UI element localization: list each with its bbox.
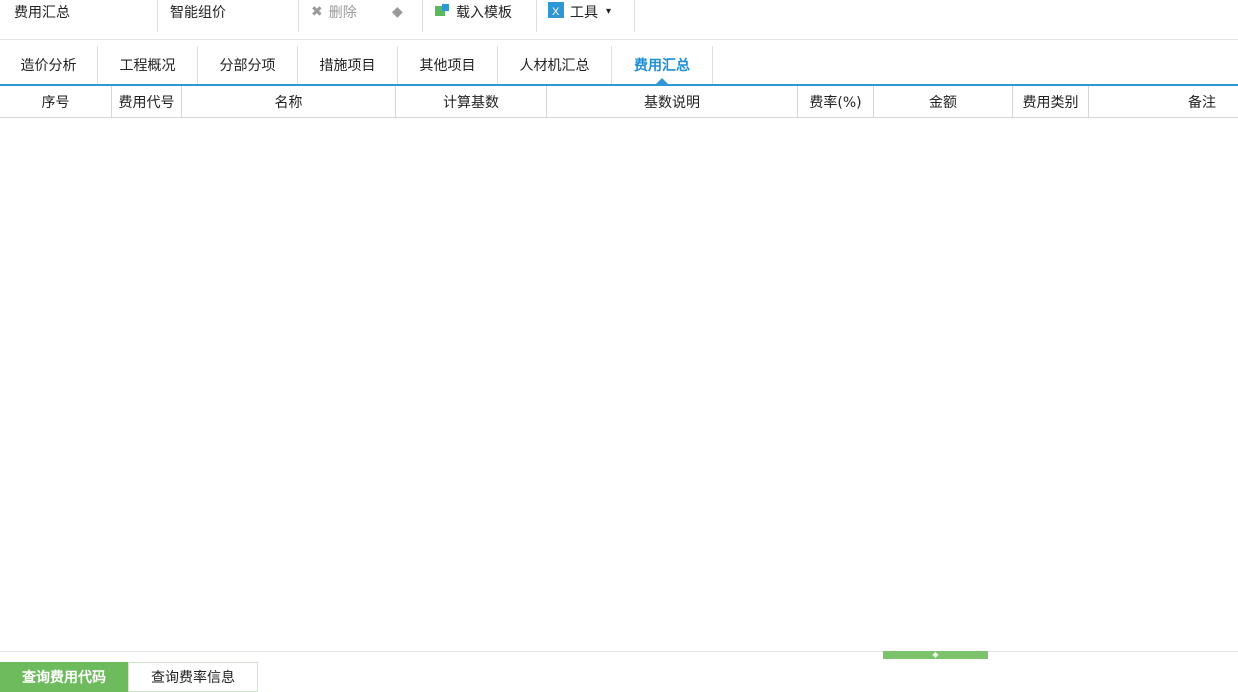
column-label: 基数说明 (644, 94, 700, 111)
tab-label: 查询费用代码 (22, 670, 106, 686)
column-label: 备注 (1188, 94, 1216, 111)
tab-label: 费用汇总 (634, 58, 690, 74)
column-label: 费用代号 (118, 94, 175, 111)
fee-summary-tool[interactable]: 费用汇总 (14, 0, 70, 39)
smart-pricing-tool[interactable]: 智能组价 (170, 0, 226, 39)
tab-label: 人材机汇总 (519, 58, 590, 74)
chevron-down-icon: ◆ (932, 650, 939, 659)
delete-icon: ✖ (311, 3, 323, 20)
svg-text:X: X (552, 6, 560, 18)
column-header[interactable]: 基数说明 (547, 86, 798, 117)
column-header[interactable]: 金额 (874, 86, 1013, 117)
panel-splitter-handle[interactable]: ◆ (883, 651, 988, 659)
fee-table-body[interactable] (0, 118, 1238, 651)
column-header[interactable]: 名称 (182, 86, 396, 117)
tab-other-items[interactable]: 其他项目 (398, 46, 498, 84)
toolbar-divider (298, 0, 299, 32)
tools-label: 工具 (570, 4, 598, 21)
tab-project-overview[interactable]: 工程概况 (98, 46, 198, 84)
more-dropdown-button[interactable]: ◆ (392, 0, 403, 39)
column-label: 计算基数 (443, 94, 499, 111)
column-label: 金额 (929, 94, 957, 111)
column-label: 名称 (274, 94, 303, 111)
delete-button[interactable]: ✖ 删除 (311, 0, 357, 39)
tab-label: 工程概况 (119, 58, 176, 74)
toolbar: 费用汇总 智能组价 ✖ 删除 ◆ 载入模板 X 工具 ▾ (0, 0, 1238, 40)
fee-summary-label: 费用汇总 (14, 4, 70, 21)
fee-table-header: 序号 费用代号 名称 计算基数 基数说明 费率(%) 金额 费用类别 备注 (0, 86, 1238, 118)
column-label: 费率(%) (809, 94, 862, 111)
column-label: 序号 (41, 94, 70, 111)
tab-measure-items[interactable]: 措施项目 (298, 46, 398, 84)
delete-label: 删除 (328, 4, 357, 21)
tab-fee-summary[interactable]: 费用汇总 (612, 46, 713, 84)
chevron-down-icon: ◆ (392, 3, 403, 20)
smart-pricing-label: 智能组价 (170, 4, 226, 21)
load-template-button[interactable]: 载入模板 (434, 0, 512, 39)
toolbar-divider (536, 0, 537, 32)
tab-labor-material-machine[interactable]: 人材机汇总 (498, 46, 612, 84)
tab-cost-analysis[interactable]: 造价分析 (0, 46, 98, 84)
tab-sub-items[interactable]: 分部分项 (198, 46, 298, 84)
active-tab-indicator (656, 78, 668, 84)
tools-icon: X (548, 1, 564, 22)
tab-label: 分部分项 (219, 58, 276, 74)
tab-label: 查询费率信息 (151, 670, 235, 686)
column-label: 费用类别 (1022, 94, 1079, 111)
column-header[interactable]: 费用代号 (112, 86, 182, 117)
chevron-down-icon: ▾ (606, 6, 612, 17)
toolbar-divider (422, 0, 423, 32)
load-template-label: 载入模板 (456, 4, 512, 21)
tab-label: 造价分析 (20, 58, 77, 74)
template-icon (434, 3, 450, 21)
column-header[interactable]: 计算基数 (396, 86, 547, 117)
tab-query-fee-rate[interactable]: 查询费率信息 (128, 662, 258, 692)
tools-menu-button[interactable]: X 工具 ▾ (548, 0, 611, 39)
panel-divider (0, 651, 1238, 652)
tab-query-fee-code[interactable]: 查询费用代码 (0, 662, 128, 692)
column-header[interactable]: 费用类别 (1013, 86, 1089, 117)
column-header[interactable]: 序号 (0, 86, 112, 117)
tab-label: 其他项目 (419, 58, 476, 74)
toolbar-divider (634, 0, 635, 32)
module-tabs: 造价分析 工程概况 分部分项 措施项目 其他项目 人材机汇总 费用汇总 (0, 46, 1238, 86)
toolbar-divider (157, 0, 158, 32)
tab-label: 措施项目 (319, 58, 376, 74)
column-header[interactable]: 备注 (1089, 86, 1238, 117)
column-header[interactable]: 费率(%) (798, 86, 874, 117)
